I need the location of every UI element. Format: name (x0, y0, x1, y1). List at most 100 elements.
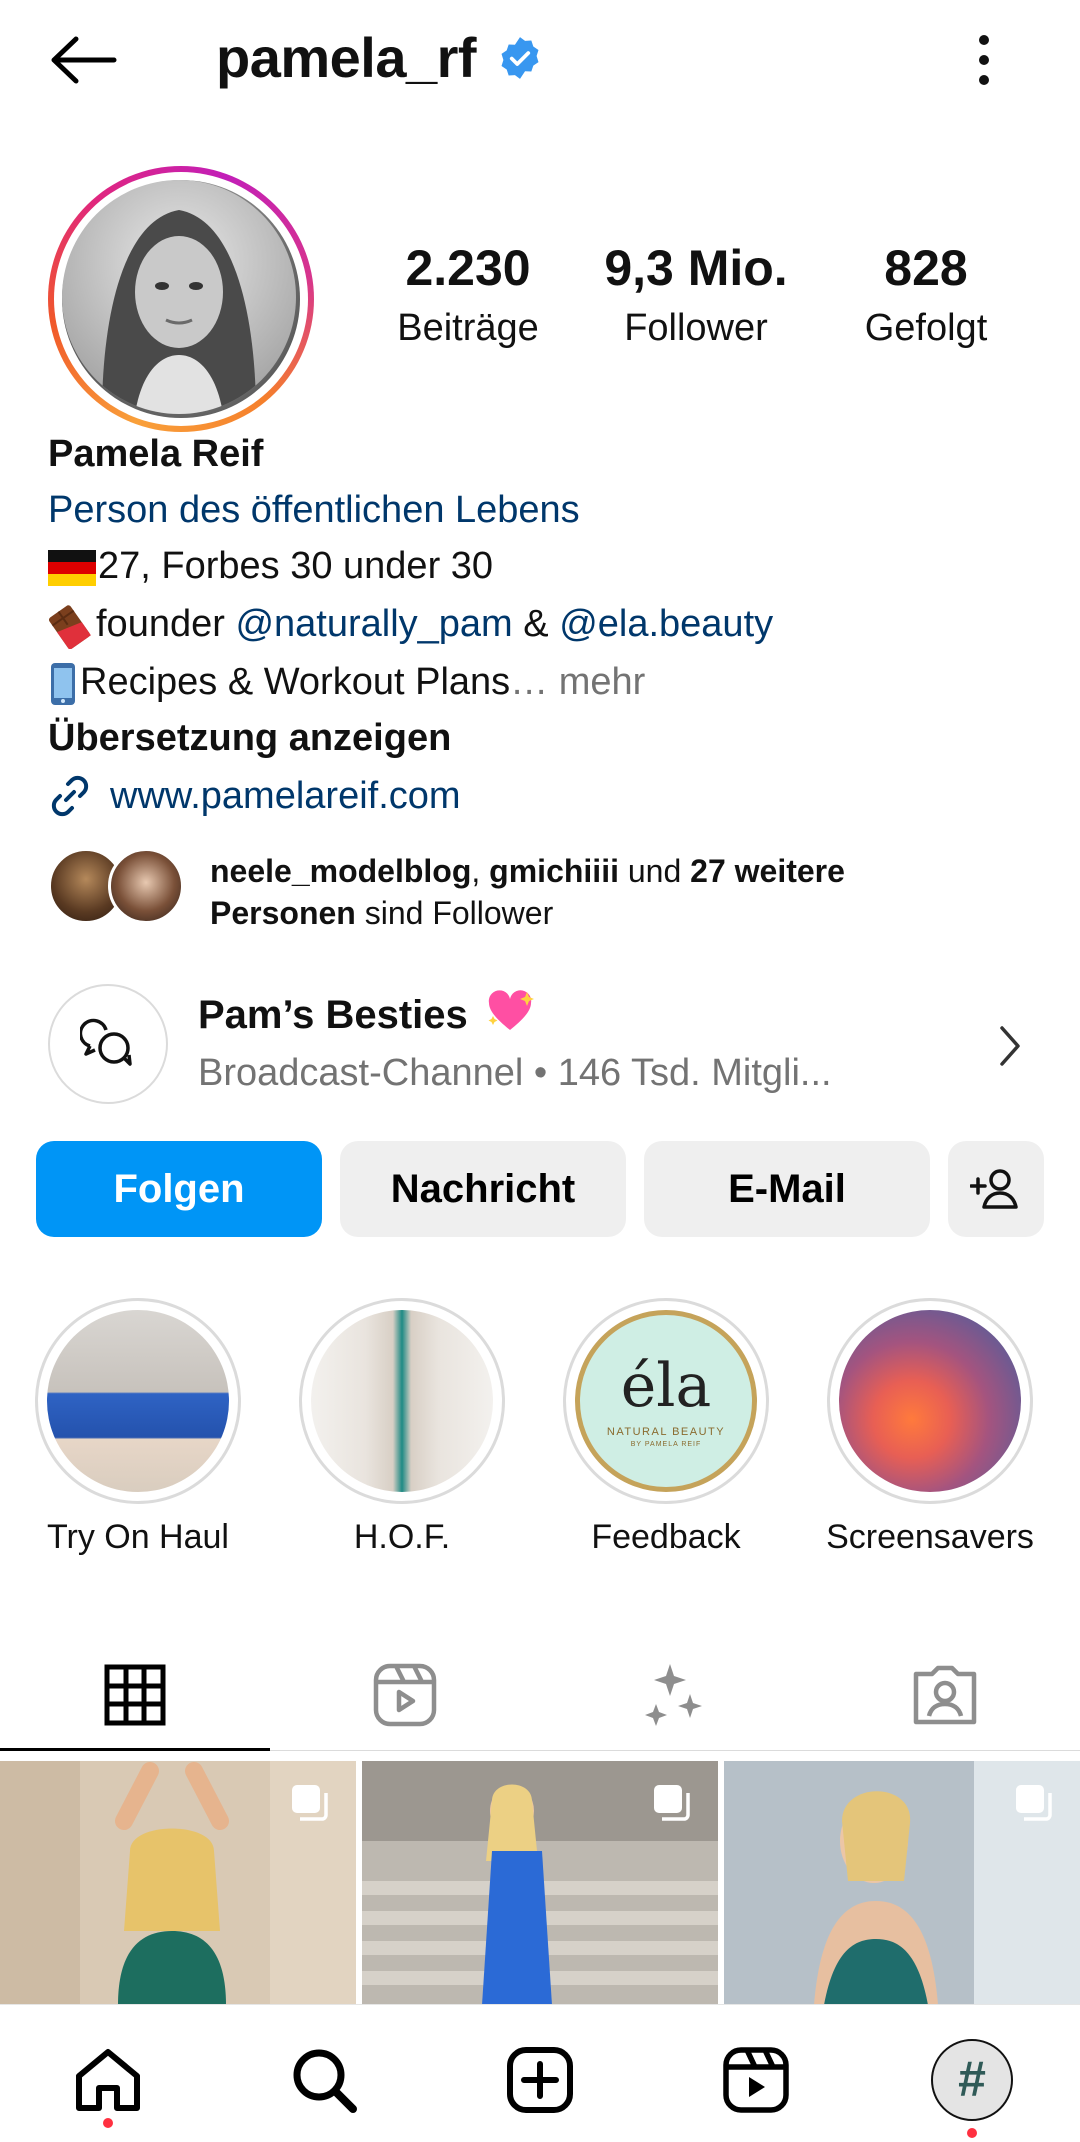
nav-create[interactable] (490, 2030, 590, 2130)
bio-line-3-text: Recipes & Workout Plans (80, 661, 511, 703)
home-icon (76, 2049, 140, 2111)
profile-category: Person des öffentlichen Lebens (48, 489, 580, 531)
bio-line-1-text: 27, Forbes 30 under 30 (98, 545, 494, 587)
stat-posts-label: Beiträge (397, 307, 539, 349)
tab-sparkles[interactable] (540, 1640, 810, 1750)
tab-posts-grid[interactable] (0, 1640, 270, 1750)
mention-naturally-pam[interactable]: @naturally_pam (235, 603, 512, 645)
highlight-try-on-haul[interactable] (35, 1298, 241, 1504)
website-url: www.pamelareif.com (110, 775, 461, 817)
follower-avatar-2 (108, 848, 184, 924)
broadcast-channel-subtitle: Broadcast-Channel • 146 Tsd. Mitgli... (198, 1052, 832, 1094)
profile-avatar-story-ring[interactable] (48, 166, 314, 432)
reels-icon (723, 2047, 789, 2113)
highlight-label-4: Screensavers (826, 1518, 1034, 1556)
sparkling-heart-icon (488, 990, 534, 1030)
highlight-label-1: Try On Haul (46, 1518, 229, 1556)
translate-link[interactable]: Übersetzung anzeigen (48, 710, 451, 766)
profile-avatar (62, 180, 300, 418)
german-flag-icon (48, 549, 96, 586)
ela-logo-sub: NATURAL BEAUTY (606, 1426, 726, 1438)
stat-posts-value: 2.230 (405, 240, 531, 296)
more-options-button[interactable] (948, 24, 1020, 96)
profile-avatar: # (931, 2039, 1013, 2121)
home-notification-dot (103, 2118, 113, 2128)
highlight-screensavers[interactable] (827, 1298, 1033, 1504)
link-icon (51, 775, 89, 817)
follower-name-2: gmichiiii (489, 853, 619, 889)
followed-by-count-2: Personen (210, 895, 356, 931)
bio-line-1: 27, Forbes 30 under 30 (48, 538, 493, 594)
bio-line-2: founder @naturally_pam & @ela.beauty (48, 596, 773, 652)
active-tab-indicator (0, 1748, 270, 1751)
follow-button[interactable]: Folgen (36, 1141, 322, 1237)
profile-notification-dot (967, 2128, 977, 2138)
back-button[interactable] (40, 24, 126, 96)
profile-username-header: pamela_rf (216, 22, 542, 94)
post-thumbnail-1[interactable] (0, 1761, 356, 2005)
stat-followers-label: Follower (624, 307, 768, 349)
highlight-cover-1 (47, 1310, 229, 1492)
grid-icon (104, 1664, 166, 1726)
broadcast-channel-title[interactable]: Pam’s Besties (198, 988, 535, 1042)
ela-logo-sub2: BY PAMELA REIF (630, 1441, 702, 1448)
broadcast-chat-icon (80, 1018, 132, 1066)
broadcast-channel-icon-wrap[interactable] (48, 984, 168, 1104)
stat-following-value: 828 (884, 240, 968, 296)
carousel-icon (1016, 1785, 1052, 1821)
more-vertical-icon (979, 35, 989, 85)
highlight-hof[interactable] (299, 1298, 505, 1504)
reels-icon (373, 1663, 437, 1727)
followed-by-count: 27 weitere (690, 853, 845, 889)
post-thumbnail-3[interactable] (724, 1761, 1080, 2005)
stat-followers[interactable]: 9,3 Mio. Follower (580, 238, 812, 354)
broadcast-channel-open[interactable] (980, 1016, 1040, 1076)
mobile-phone-icon (51, 662, 75, 705)
nav-profile[interactable]: # (922, 2030, 1022, 2130)
verified-badge-icon (501, 37, 539, 79)
ela-logo-text: éla (620, 1351, 712, 1421)
highlight-cover-4 (839, 1310, 1021, 1492)
highlight-label-2: H.O.F. (353, 1518, 451, 1556)
broadcast-title-text: Pam’s Besties (198, 993, 468, 1037)
followed-by-text[interactable]: neele_modelblog, gmichiiii und 27 weiter… (210, 850, 1060, 934)
display-name: Pamela Reif (48, 433, 264, 475)
follower-name-1: neele_modelblog (210, 853, 472, 889)
arrow-left-icon (51, 36, 117, 84)
carousel-icon (654, 1785, 690, 1821)
create-icon (507, 2047, 573, 2113)
suggested-accounts-button[interactable] (948, 1141, 1044, 1237)
followed-by-suffix: sind Follower (355, 895, 554, 931)
highlight-cover-2 (311, 1310, 493, 1492)
nav-reels[interactable] (706, 2030, 806, 2130)
nav-home[interactable] (58, 2030, 158, 2130)
search-icon (293, 2049, 357, 2113)
bio-line-2-amp: & (512, 603, 560, 645)
username: pamela_rf (216, 26, 477, 89)
followed-by-avatars[interactable] (48, 848, 196, 932)
carousel-icon (292, 1785, 328, 1821)
stat-following-label: Gefolgt (864, 307, 988, 349)
email-button[interactable]: E-Mail (644, 1141, 930, 1237)
highlight-cover-3: éla NATURAL BEAUTY BY PAMELA REIF (575, 1310, 757, 1492)
post-thumbnail-2[interactable] (362, 1761, 718, 2005)
followed-by-mid: und (618, 853, 691, 889)
stat-followers-value: 9,3 Mio. (604, 240, 788, 296)
website-link[interactable]: www.pamelareif.com (48, 768, 461, 824)
tab-tagged[interactable] (810, 1640, 1080, 1750)
followed-by-sep: , (471, 853, 490, 889)
chevron-right-icon (1000, 1026, 1020, 1066)
bio-more-link[interactable]: … mehr (510, 661, 645, 703)
highlight-label-3: Feedback (591, 1518, 741, 1556)
highlight-feedback[interactable]: éla NATURAL BEAUTY BY PAMELA REIF (563, 1298, 769, 1504)
chocolate-bar-icon (48, 605, 91, 649)
tab-reels[interactable] (270, 1640, 540, 1750)
mention-ela-beauty[interactable]: @ela.beauty (559, 603, 773, 645)
nav-search[interactable] (274, 2030, 374, 2130)
tagged-icon (913, 1665, 977, 1725)
bio-line-3: Recipes & Workout Plans… mehr (48, 654, 645, 710)
svg-text:#: # (958, 2051, 986, 2107)
message-button[interactable]: Nachricht (340, 1141, 626, 1237)
stat-following[interactable]: 828 Gefolgt (836, 238, 1016, 354)
stat-posts[interactable]: 2.230 Beiträge (378, 238, 558, 354)
